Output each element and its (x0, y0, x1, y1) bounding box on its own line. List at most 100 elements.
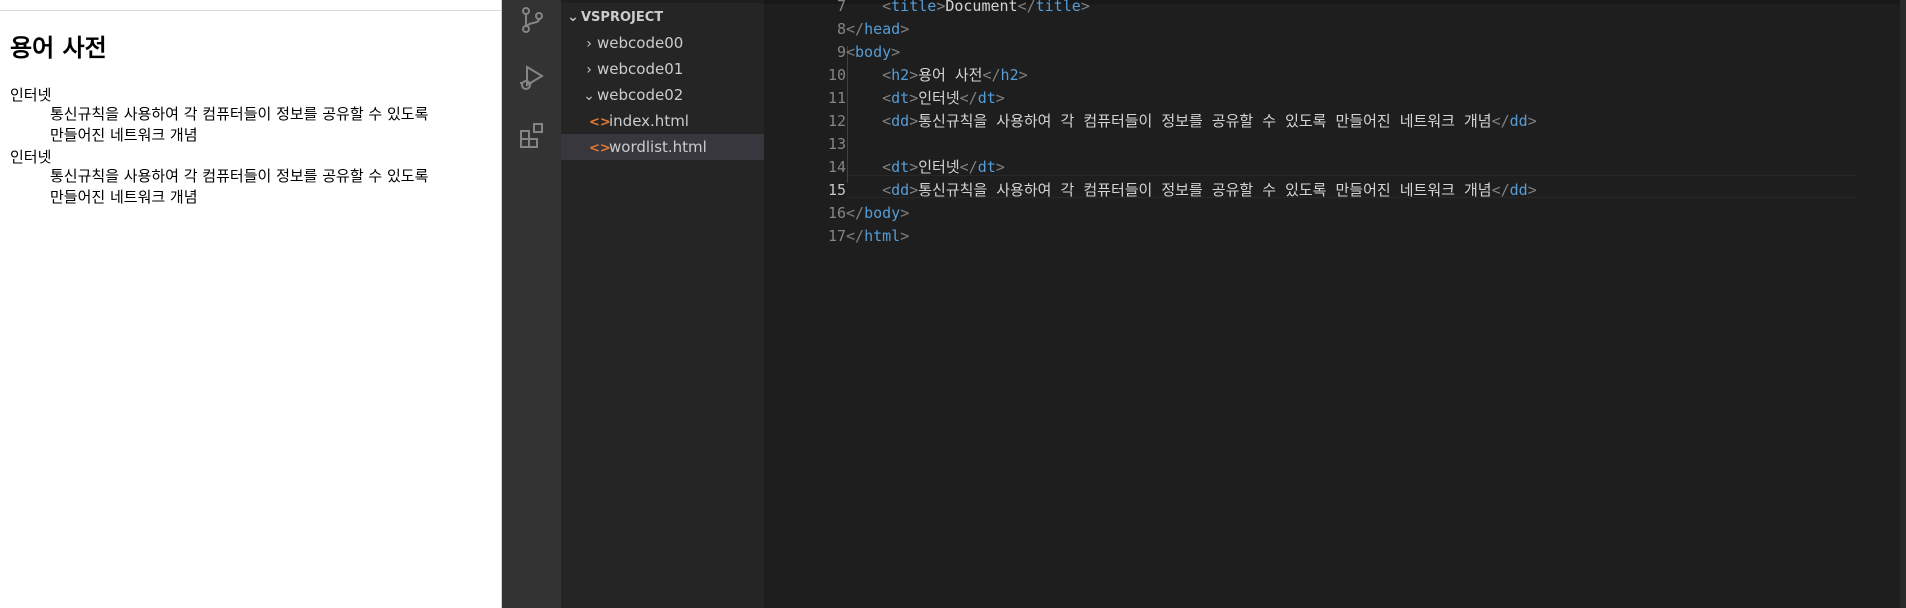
code-text: </html> (846, 225, 909, 248)
code-text: <title>Document</title> (846, 0, 1090, 18)
line-number: 7 (836, 0, 846, 15)
tag-bracket: > (1527, 181, 1537, 199)
tag-bracket: > (1527, 112, 1537, 130)
file-label: index.html (609, 112, 689, 130)
code-line[interactable]: 13 (764, 133, 1906, 156)
tag-bracket: </ (982, 66, 1001, 84)
line-number: 13 (827, 135, 846, 153)
explorer-root-folder[interactable]: ⌄ VSPROJECT (561, 4, 764, 30)
html-file-icon: <> (589, 115, 611, 130)
tag-bracket: > (1018, 66, 1028, 84)
code-editor[interactable]: 7 <title>Document</title> 8 </head> 9 <body>… (764, 0, 1906, 608)
tag-bracket: </ (846, 227, 865, 245)
tag-bracket: < (846, 158, 892, 176)
code-line[interactable]: 15 <dd>통신규칙을 사용하여 각 컴퓨터들이 정보를 공유할 수 있도록 … (764, 179, 1906, 202)
tag-bracket: > (891, 43, 901, 61)
code-text: </head> (846, 18, 909, 41)
folder-label: webcode00 (597, 34, 684, 52)
activity-bar (502, 0, 561, 608)
line-number: 12 (827, 112, 846, 130)
tag-bracket: > (909, 112, 919, 130)
code-text: <dt>인터넷</dt> (846, 156, 1005, 179)
tag-bracket: < (846, 89, 892, 107)
tag-name: dt (891, 89, 910, 107)
tag-bracket: < (846, 0, 892, 15)
line-number: 10 (827, 66, 846, 84)
tag-bracket: > (909, 66, 919, 84)
text-content: 인터넷 (918, 158, 960, 176)
file-label: wordlist.html (609, 138, 707, 156)
run-debug-icon[interactable] (517, 62, 547, 92)
tag-name: h2 (891, 66, 910, 84)
code-line[interactable]: 9 <body> (764, 41, 1906, 64)
tag-bracket: </ (846, 204, 865, 222)
code-line[interactable]: 12 <dd>통신규칙을 사용하여 각 컴퓨터들이 정보를 공유할 수 있도록 … (764, 110, 1906, 133)
tag-bracket: </ (846, 20, 865, 38)
tag-bracket: </ (959, 89, 978, 107)
line-number: 9 (836, 43, 846, 61)
code-line[interactable]: 16 </body> (764, 202, 1906, 225)
code-text: </body> (846, 202, 909, 225)
tag-name: dt (891, 158, 910, 176)
definition-term: 인터넷 (10, 148, 52, 166)
code-line[interactable]: 14 <dt>인터넷</dt> (764, 156, 1906, 179)
text-content: 통신규칙을 사용하여 각 컴퓨터들이 정보를 공유할 수 있도록 만들어진 네트… (918, 181, 1492, 199)
tag-name: title (1035, 0, 1081, 15)
text-content: 인터넷 (918, 89, 960, 107)
root-folder-label: VSPROJECT (581, 10, 664, 25)
line-number: 11 (827, 89, 846, 107)
tag-bracket: </ (1017, 0, 1036, 15)
file-item-index[interactable]: <>index.html (561, 108, 764, 134)
text-content: 통신규칙을 사용하여 각 컴퓨터들이 정보를 공유할 수 있도록 만들어진 네트… (918, 112, 1492, 130)
tag-bracket: > (900, 20, 910, 38)
code-text: <dd>통신규칙을 사용하여 각 컴퓨터들이 정보를 공유할 수 있도록 만들어… (846, 110, 1537, 133)
tag-bracket: </ (959, 158, 978, 176)
definition-term: 인터넷 (10, 86, 52, 104)
source-control-icon[interactable] (517, 5, 547, 35)
code-text: <body> (846, 41, 900, 64)
tag-name: dd (891, 181, 910, 199)
tag-bracket: < (846, 66, 892, 84)
code-line[interactable]: 10 <h2>용어 사전</h2> (764, 64, 1906, 87)
definition-description: 통신규칙을 사용하여 각 컴퓨터들이 정보를 공유할 수 있도록 만들어진 네트… (50, 166, 494, 208)
code-text: <dd>통신규칙을 사용하여 각 컴퓨터들이 정보를 공유할 수 있도록 만들어… (846, 179, 1537, 202)
tag-name: dd (1509, 181, 1528, 199)
code-line[interactable]: 7 <title>Document</title> (764, 0, 1906, 18)
preview-top-divider (0, 10, 501, 11)
definition-description: 통신규칙을 사용하여 각 컴퓨터들이 정보를 공유할 수 있도록 만들어진 네트… (50, 104, 494, 146)
line-number: 14 (827, 158, 846, 176)
tag-bracket: > (909, 89, 919, 107)
editor-scrollbar[interactable] (1900, 0, 1906, 608)
tag-bracket: > (936, 0, 946, 15)
chevron-down-icon: ⌄ (567, 9, 579, 25)
tag-name: dt (977, 158, 996, 176)
tag-bracket: < (846, 181, 892, 199)
tag-name: dd (891, 112, 910, 130)
tag-bracket: > (909, 181, 919, 199)
line-number: 15 (827, 181, 846, 199)
extensions-icon[interactable] (517, 120, 547, 150)
folder-item-webcode02[interactable]: ⌄ webcode02 (561, 82, 764, 108)
text-content: Document (945, 0, 1018, 15)
line-number: 17 (827, 227, 846, 245)
definition-line: 통신규칙을 사용하여 각 컴퓨터들이 정보를 공유할 수 있도록 (50, 167, 429, 185)
line-number: 16 (827, 204, 846, 222)
tag-name: h2 (1000, 66, 1019, 84)
tag-bracket: > (900, 227, 910, 245)
chevron-right-icon: › (586, 36, 592, 52)
chevron-down-icon: ⌄ (583, 88, 595, 104)
code-text: <h2>용어 사전</h2> (846, 64, 1028, 87)
tag-name: dd (1509, 112, 1528, 130)
line-number: 8 (836, 20, 846, 38)
code-line[interactable]: 11 <dt>인터넷</dt> (764, 87, 1906, 110)
code-line[interactable]: 8 </head> (764, 18, 1906, 41)
text-content: 용어 사전 (918, 66, 983, 84)
folder-label: webcode02 (597, 86, 684, 104)
code-line[interactable]: 17 </html> (764, 225, 1906, 248)
file-item-wordlist[interactable]: <>wordlist.html (561, 134, 764, 160)
folder-item-webcode01[interactable]: › webcode01 (561, 56, 764, 82)
tag-name: dt (977, 89, 996, 107)
definition-line: 만들어진 네트워크 개념 (50, 126, 198, 144)
definition-line: 만들어진 네트워크 개념 (50, 188, 198, 206)
folder-item-webcode00[interactable]: › webcode00 (561, 30, 764, 56)
